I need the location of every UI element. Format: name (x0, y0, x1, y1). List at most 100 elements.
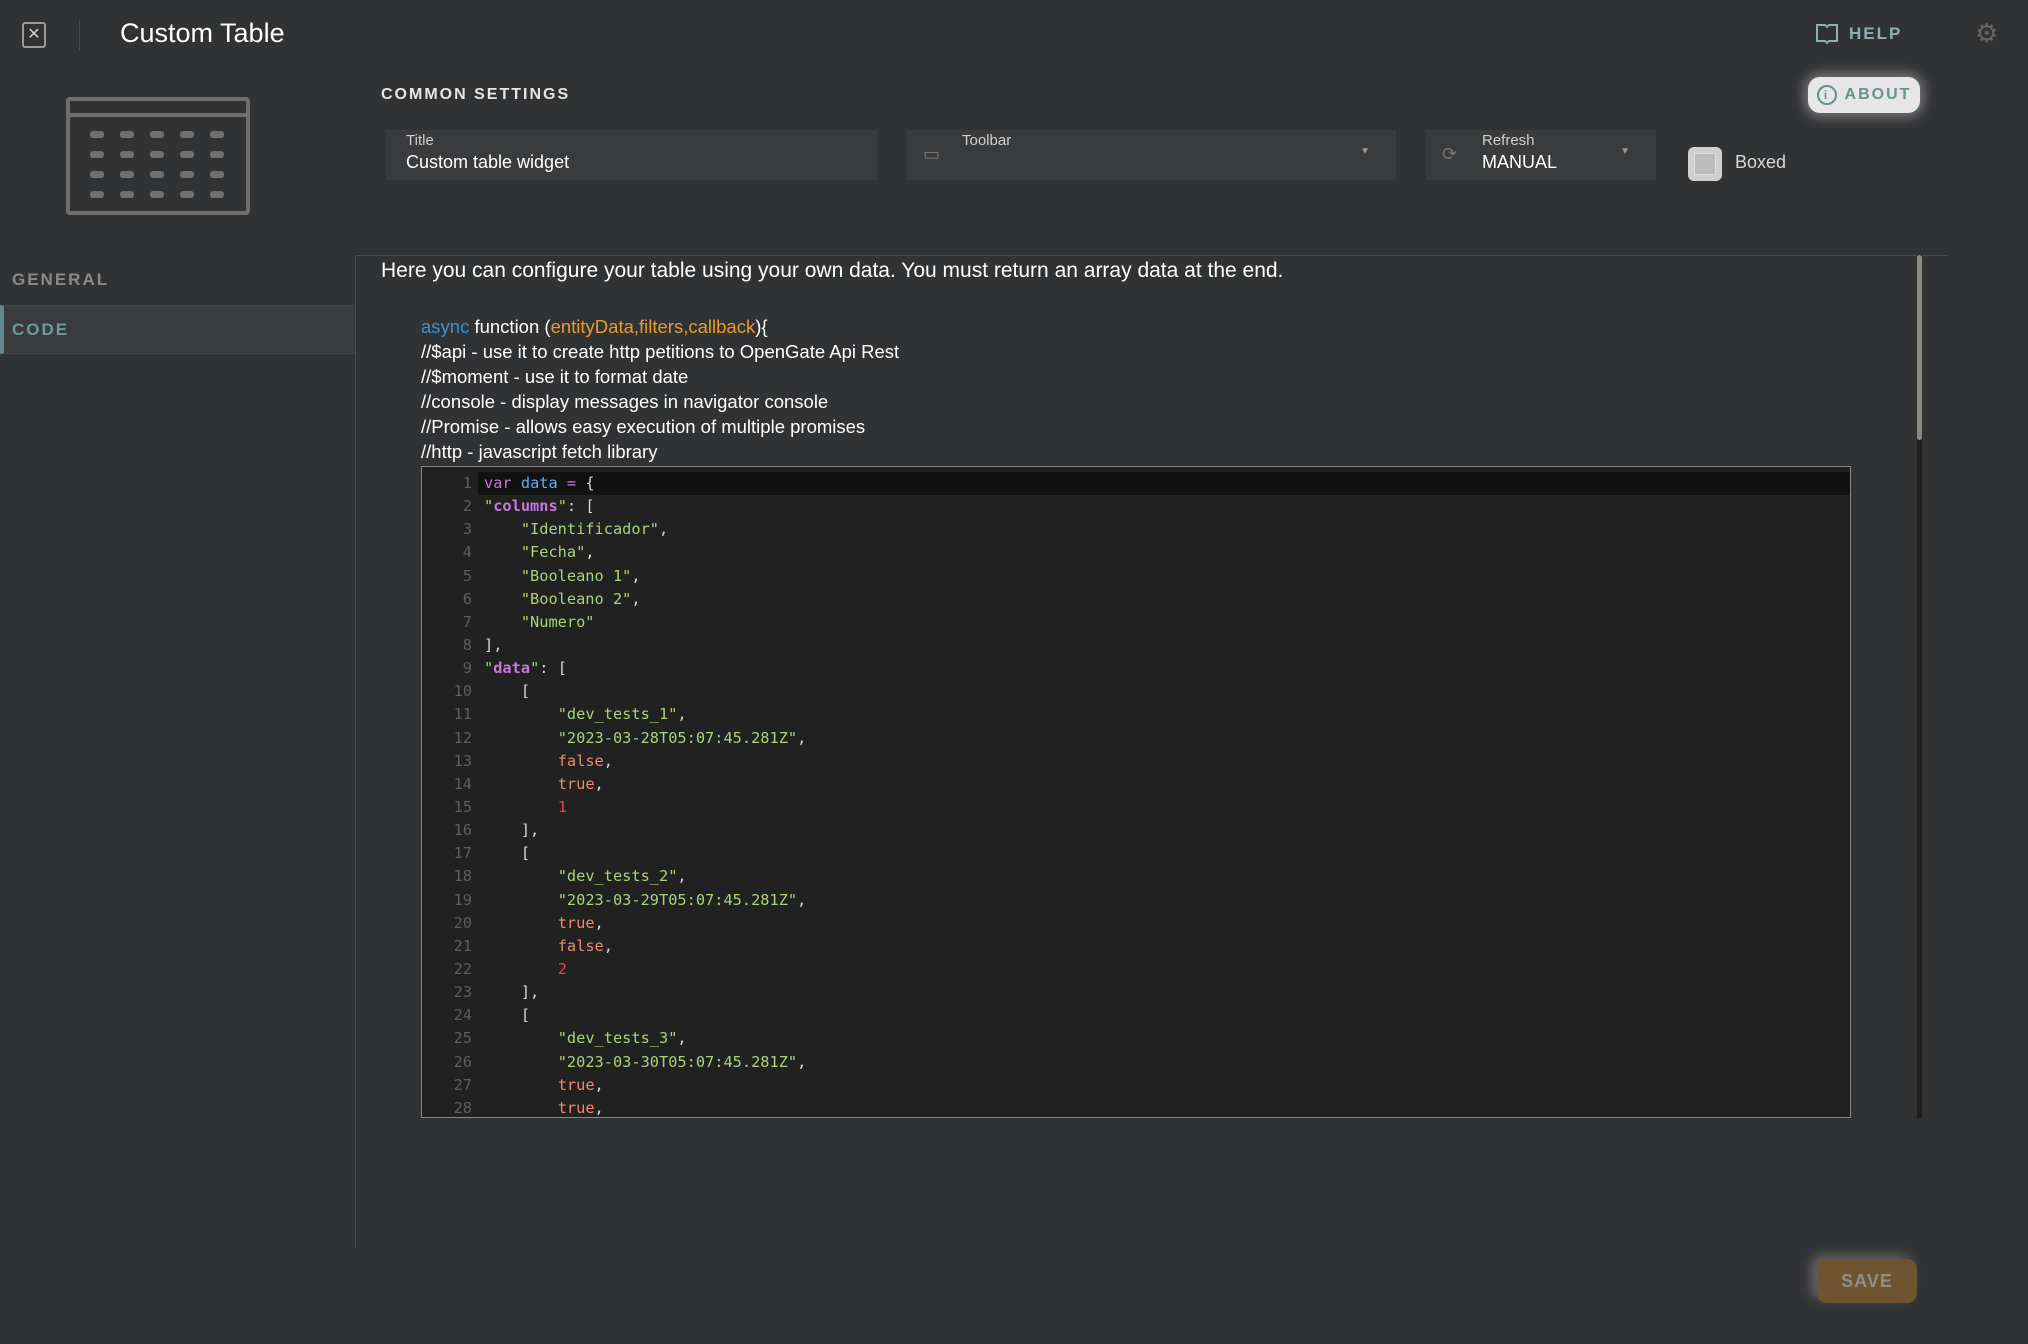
code-line[interactable]: 17 [ (422, 842, 1850, 865)
toolbar-label: Toolbar (962, 132, 1012, 149)
line-number: 20 (453, 913, 472, 932)
line-code: ], (484, 821, 540, 840)
code-line[interactable]: 6 "Booleano 2", (422, 588, 1850, 611)
line-code: "Fecha", (520, 543, 595, 562)
line-code: "Identificador", (520, 520, 669, 539)
title-field-label: Title (406, 132, 434, 149)
about-label: ABOUT (1844, 86, 1912, 103)
code-editor[interactable]: 1 var data = {2 "columns": [3 "Identificad… (421, 466, 1851, 1118)
common-settings-heading: COMMON SETTINGS (381, 86, 571, 103)
line-code: "Booleano 1", (520, 566, 641, 585)
code-line[interactable]: 16 ], (422, 819, 1850, 842)
help-label: HELP (1849, 24, 1903, 43)
code-line[interactable]: 9 "data": [ (422, 657, 1850, 680)
code-line[interactable]: 10 [ (422, 680, 1850, 703)
line-code: false, (557, 936, 613, 955)
code-line[interactable]: 19 "2023-03-29T05:07:45.281Z", (422, 889, 1850, 912)
code-line[interactable]: 23 ], (422, 981, 1850, 1004)
code-line[interactable]: 21 false, (422, 935, 1850, 958)
title-field[interactable]: Title Custom table widget (386, 130, 877, 180)
line-number: 12 (453, 728, 472, 747)
help-button[interactable]: HELP (1815, 22, 1902, 46)
line-code: true, (557, 1075, 604, 1094)
line-code: [ (484, 682, 531, 701)
gears-icon[interactable]: ⚙ (1975, 18, 1998, 49)
line-number: 26 (453, 1052, 472, 1071)
info-icon: i (1816, 85, 1837, 105)
code-line[interactable]: 14 true, (422, 773, 1850, 796)
line-code: "dev_tests_1", (557, 705, 687, 724)
code-line[interactable]: 12 "2023-03-28T05:07:45.281Z", (422, 727, 1850, 750)
code-line[interactable]: 3 "Identificador", (422, 518, 1850, 541)
line-number: 18 (453, 867, 472, 886)
line-number: 17 (453, 844, 472, 863)
chevron-down-icon: ▼ (1360, 146, 1370, 157)
line-code: "dev_tests_2", (557, 867, 687, 886)
line-number: 11 (453, 705, 472, 724)
line-code: "2023-03-30T05:07:45.281Z", (557, 1052, 807, 1071)
comment-line: //http - javascript fetch library (421, 441, 658, 462)
line-number: 15 (453, 797, 472, 816)
line-number: 13 (453, 751, 472, 770)
close-button[interactable]: ✕ (22, 22, 46, 48)
code-line[interactable]: 7 "Numero" (422, 611, 1850, 634)
line-code: [ (484, 1006, 531, 1025)
line-number: 1 (462, 474, 472, 492)
scrollbar-thumb[interactable] (1917, 255, 1922, 440)
line-number: 5 (462, 566, 472, 585)
code-line[interactable]: 1 var data = { (422, 472, 1850, 496)
function-args: entityData,filters,callback (550, 316, 756, 337)
code-line[interactable]: 26 "2023-03-30T05:07:45.281Z", (422, 1051, 1850, 1074)
code-line[interactable]: 4 "Fecha", (422, 541, 1850, 564)
line-code: true, (557, 774, 604, 793)
line-code: true, (557, 1098, 604, 1117)
code-line[interactable]: 24 [ (422, 1004, 1850, 1027)
scrollbar[interactable] (1917, 255, 1922, 1118)
line-code: var data = { (478, 472, 1850, 496)
refresh-icon: ⟳ (1442, 144, 1458, 164)
line-code: "columns": [ (484, 497, 595, 516)
line-code: 1 (557, 797, 567, 816)
code-line[interactable]: 11 "dev_tests_1", (422, 703, 1850, 726)
line-number: 8 (462, 635, 472, 654)
line-code: "Numero" (520, 612, 595, 631)
line-number: 25 (453, 1029, 472, 1048)
toolbar-select[interactable]: ▭ Toolbar ▼ (907, 130, 1396, 180)
sidebar-item-code[interactable]: CODE (0, 305, 355, 354)
line-number: 9 (462, 659, 472, 678)
line-number: 22 (453, 959, 472, 978)
sidebar-item-general[interactable]: GENERAL (12, 270, 109, 290)
refresh-select[interactable]: ⟳ Refresh MANUAL ▼ (1426, 130, 1656, 180)
boxed-checkbox[interactable] (1688, 147, 1722, 181)
save-button[interactable]: SAVE (1817, 1259, 1917, 1303)
line-number: 27 (453, 1075, 472, 1094)
content-divider (355, 255, 1947, 256)
line-code: 2 (557, 959, 567, 978)
page-title: Custom Table (120, 18, 285, 48)
comment-line: //$moment - use it to format date (421, 366, 689, 387)
code-line[interactable]: 13 false, (422, 750, 1850, 773)
code-line[interactable]: 5 "Booleano 1", (422, 565, 1850, 588)
line-code: "data": [ (484, 659, 567, 678)
code-line[interactable]: 8], (422, 634, 1850, 657)
function-open: ){ (755, 316, 768, 337)
comment-line: //$api - use it to create http petitions… (421, 341, 900, 362)
code-description: Here you can configure your table using … (381, 259, 1284, 282)
code-line[interactable]: 2 "columns": [ (422, 495, 1850, 518)
line-code: "2023-03-28T05:07:45.281Z", (557, 728, 807, 747)
code-line[interactable]: 25 "dev_tests_3", (422, 1027, 1850, 1050)
about-button[interactable]: i ABOUT (1808, 77, 1920, 113)
code-line[interactable]: 18 "dev_tests_2", (422, 865, 1850, 888)
title-input[interactable]: Custom table widget (406, 152, 569, 173)
code-line[interactable]: 15 1 (422, 796, 1850, 819)
table-widget-icon (66, 97, 250, 215)
refresh-label: Refresh (1482, 132, 1535, 149)
code-line[interactable]: 27 true, (422, 1074, 1850, 1097)
boxed-label: Boxed (1735, 152, 1787, 172)
code-line[interactable]: 22 2 (422, 958, 1850, 981)
line-number: 14 (453, 774, 472, 793)
code-line[interactable]: 20 true, (422, 912, 1850, 935)
function-keyword: function ( (469, 316, 551, 337)
line-number: 7 (462, 612, 472, 631)
code-line[interactable]: 28 true, (422, 1097, 1850, 1117)
